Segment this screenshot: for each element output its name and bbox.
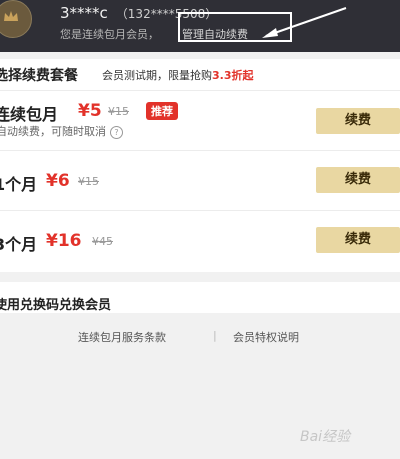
- renew-button[interactable]: 续费: [316, 167, 400, 193]
- service-terms-link[interactable]: 连续包月服务条款: [78, 329, 166, 345]
- divider: [0, 52, 400, 59]
- plan-name: 连续包月: [0, 105, 59, 124]
- crown-icon: [4, 11, 18, 21]
- plan-note-text: 自动续费，可随时取消: [0, 125, 106, 138]
- plan-original-price: ¥15: [108, 105, 129, 118]
- plans-title-row: 选择续费套餐 会员测试期，限量抢购3.3折起: [0, 59, 400, 87]
- footer-separator: |: [213, 329, 217, 342]
- plan-row-1-month[interactable]: 1个月 ¥6 ¥15 续费: [0, 150, 400, 210]
- plan-name: 1个月: [0, 175, 38, 194]
- trial-note: 会员测试期，限量抢购3.3折起: [102, 67, 254, 83]
- renew-button[interactable]: 续费: [316, 108, 400, 134]
- plan-row-3-months[interactable]: 3个月 ¥16 ¥45 续费: [0, 210, 400, 272]
- plan-price: ¥16: [46, 231, 82, 251]
- plan-original-price: ¥45: [92, 235, 113, 248]
- manage-highlight-box: [178, 12, 292, 42]
- renew-button[interactable]: 续费: [316, 227, 400, 253]
- recommend-badge: 推荐: [146, 102, 178, 120]
- divider: [0, 272, 400, 282]
- plan-row-monthly-auto[interactable]: 连续包月 ¥5 ¥15 推荐 自动续费，可随时取消? 续费: [0, 90, 400, 150]
- avatar[interactable]: [0, 0, 32, 38]
- plan-note: 自动续费，可随时取消?: [0, 123, 123, 139]
- trial-discount: 3.3折起: [212, 69, 254, 82]
- trial-note-text: 会员测试期，限量抢购: [102, 69, 212, 82]
- plan-name: 3个月: [0, 235, 38, 254]
- plan-price: ¥6: [46, 171, 70, 191]
- member-description: 您是连续包月会员，: [60, 28, 159, 41]
- watermark: Bai经验: [300, 429, 351, 445]
- username-text: 3****c: [60, 4, 108, 22]
- redeem-code-link[interactable]: 使用兑换码兑换会员: [0, 294, 111, 313]
- help-icon[interactable]: ?: [110, 125, 123, 139]
- plans-title: 选择续费套餐: [0, 68, 78, 84]
- member-privileges-link[interactable]: 会员特权说明: [233, 329, 299, 345]
- member-header: 3****c （132****5508） 您是连续包月会员， 管理自动续费: [0, 0, 400, 52]
- plan-original-price: ¥15: [78, 175, 99, 188]
- plan-price: ¥5: [78, 101, 102, 121]
